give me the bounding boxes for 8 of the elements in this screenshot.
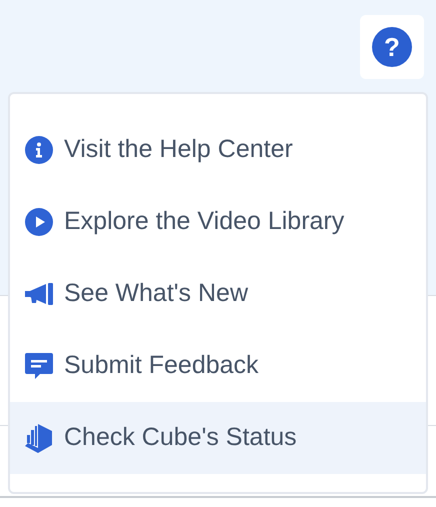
help-button[interactable]: ? [360,15,424,79]
menu-item[interactable]: Check Cube's Status [10,402,426,474]
megaphone-icon [25,283,53,305]
help-icon: ? [372,27,412,67]
cube-icon [24,422,54,454]
info-icon [25,136,53,164]
chat-icon [25,352,53,380]
play-icon [25,208,53,236]
